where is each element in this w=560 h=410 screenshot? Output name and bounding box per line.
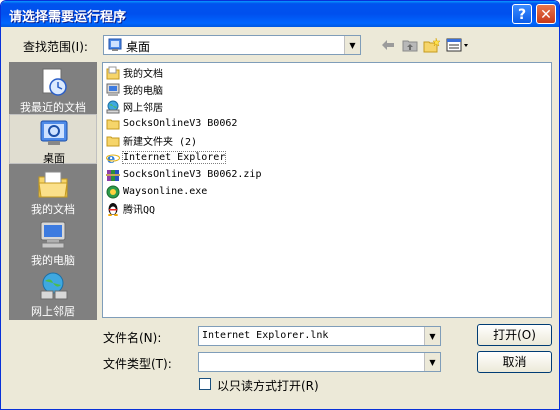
open-file-dialog: 请选择需要运行程序 ? ✕ 查找范围(I): 桌面 ▼ 我最近的文档 桌面 我的… <box>0 0 560 410</box>
read-only-checkbox[interactable] <box>199 378 211 390</box>
view-menu-button[interactable] <box>445 35 471 55</box>
chevron-down-icon[interactable]: ▼ <box>424 327 440 345</box>
qq-penguin-icon <box>108 202 118 216</box>
waysonline-exe-icon <box>106 185 120 198</box>
file-item-folder[interactable]: 新建文件夹 (2) <box>106 132 197 149</box>
window-title: 请选择需要运行程序 <box>9 10 127 25</box>
place-my-documents[interactable]: 我的文档 <box>9 166 97 216</box>
my-documents-icon <box>38 171 68 198</box>
file-name: 我的文档 <box>123 69 163 80</box>
help-button[interactable]: ? <box>512 4 532 24</box>
place-desktop[interactable]: 桌面 <box>9 114 97 165</box>
look-in-dropdown[interactable]: 桌面 ▼ <box>103 35 361 55</box>
desktop-icon <box>108 38 122 51</box>
chevron-down-icon[interactable]: ▼ <box>344 36 360 54</box>
file-name: 新建文件夹 (2) <box>123 137 198 148</box>
place-label: 我的文档 <box>31 203 75 216</box>
file-name: 腾讯QQ <box>123 205 156 216</box>
my-documents-icon <box>106 66 120 79</box>
new-folder-button[interactable] <box>421 35 443 55</box>
new-folder-icon <box>423 37 441 53</box>
back-button[interactable] <box>377 35 399 55</box>
internet-explorer-icon: e <box>106 152 120 165</box>
my-computer-icon <box>106 83 120 96</box>
folder-icon <box>106 119 120 129</box>
desktop-icon <box>40 120 68 145</box>
file-name-label: 文件名(N): <box>103 331 162 345</box>
place-my-computer[interactable]: 我的电脑 <box>9 217 97 267</box>
my-computer-icon <box>40 221 66 249</box>
title-bar[interactable]: 请选择需要运行程序 ? ✕ <box>1 1 559 27</box>
up-folder-icon <box>402 40 418 52</box>
file-type-label: 文件类型(T): <box>103 357 172 371</box>
file-name: Internet Explorer <box>121 151 227 164</box>
place-label: 我的电脑 <box>31 254 75 267</box>
file-item-network-places[interactable]: 网上邻居 <box>106 98 163 115</box>
look-in-value: 桌面 <box>126 40 151 54</box>
cancel-button[interactable]: 取消 <box>477 351 552 373</box>
up-folder-button[interactable] <box>399 35 421 55</box>
file-name: SocksOnlineV3 B0062 <box>123 118 238 129</box>
back-arrow-icon <box>382 40 394 50</box>
network-places-icon <box>106 100 120 113</box>
view-menu-icon <box>446 38 468 52</box>
file-item-zip-archive[interactable]: SocksOnlineV3 B0062.zip <box>106 166 261 183</box>
read-only-label: 以只读方式打开(R) <box>217 379 319 393</box>
chevron-down-icon[interactable]: ▼ <box>424 353 440 371</box>
file-type-dropdown[interactable]: ▼ <box>198 352 441 372</box>
file-name: Waysonline.exe <box>123 186 208 197</box>
file-item-my-documents[interactable]: 我的文档 <box>106 64 163 81</box>
place-network-places[interactable]: 网上邻居 <box>9 268 97 318</box>
look-in-label: 查找范围(I): <box>23 40 88 54</box>
file-name-value: Internet Explorer.lnk <box>202 330 329 341</box>
file-name-input[interactable]: Internet Explorer.lnk ▼ <box>198 326 441 346</box>
file-name: SocksOnlineV3 B0062.zip <box>123 169 262 180</box>
file-item-folder[interactable]: SocksOnlineV3 B0062 <box>106 115 237 132</box>
place-label: 桌面 <box>43 152 65 165</box>
close-button[interactable]: ✕ <box>536 4 556 24</box>
file-list[interactable]: 我的文档 我的电脑 网上邻居 SocksOnlineV3 B0062 新建文件夹… <box>102 62 552 318</box>
file-item-waysonline-exe[interactable]: Waysonline.exe <box>106 183 207 200</box>
file-item-my-computer[interactable]: 我的电脑 <box>106 81 163 98</box>
place-recent-documents[interactable]: 我最近的文档 <box>9 64 97 114</box>
folder-icon <box>106 136 120 146</box>
winrar-archive-icon <box>106 169 120 181</box>
places-bar: 我最近的文档 桌面 我的文档 我的电脑 网上邻居 <box>9 62 97 320</box>
svg-text:e: e <box>107 152 115 165</box>
network-places-icon <box>40 272 68 300</box>
file-name: 网上邻居 <box>123 103 163 114</box>
place-label: 网上邻居 <box>31 305 75 318</box>
recent-documents-icon <box>42 68 67 96</box>
file-item-internet-explorer[interactable]: e Internet Explorer <box>106 149 227 166</box>
place-label: 我最近的文档 <box>20 101 86 114</box>
file-item-qq[interactable]: 腾讯QQ <box>106 200 155 217</box>
file-name: 我的电脑 <box>123 86 163 97</box>
open-button[interactable]: 打开(O) <box>477 324 552 346</box>
